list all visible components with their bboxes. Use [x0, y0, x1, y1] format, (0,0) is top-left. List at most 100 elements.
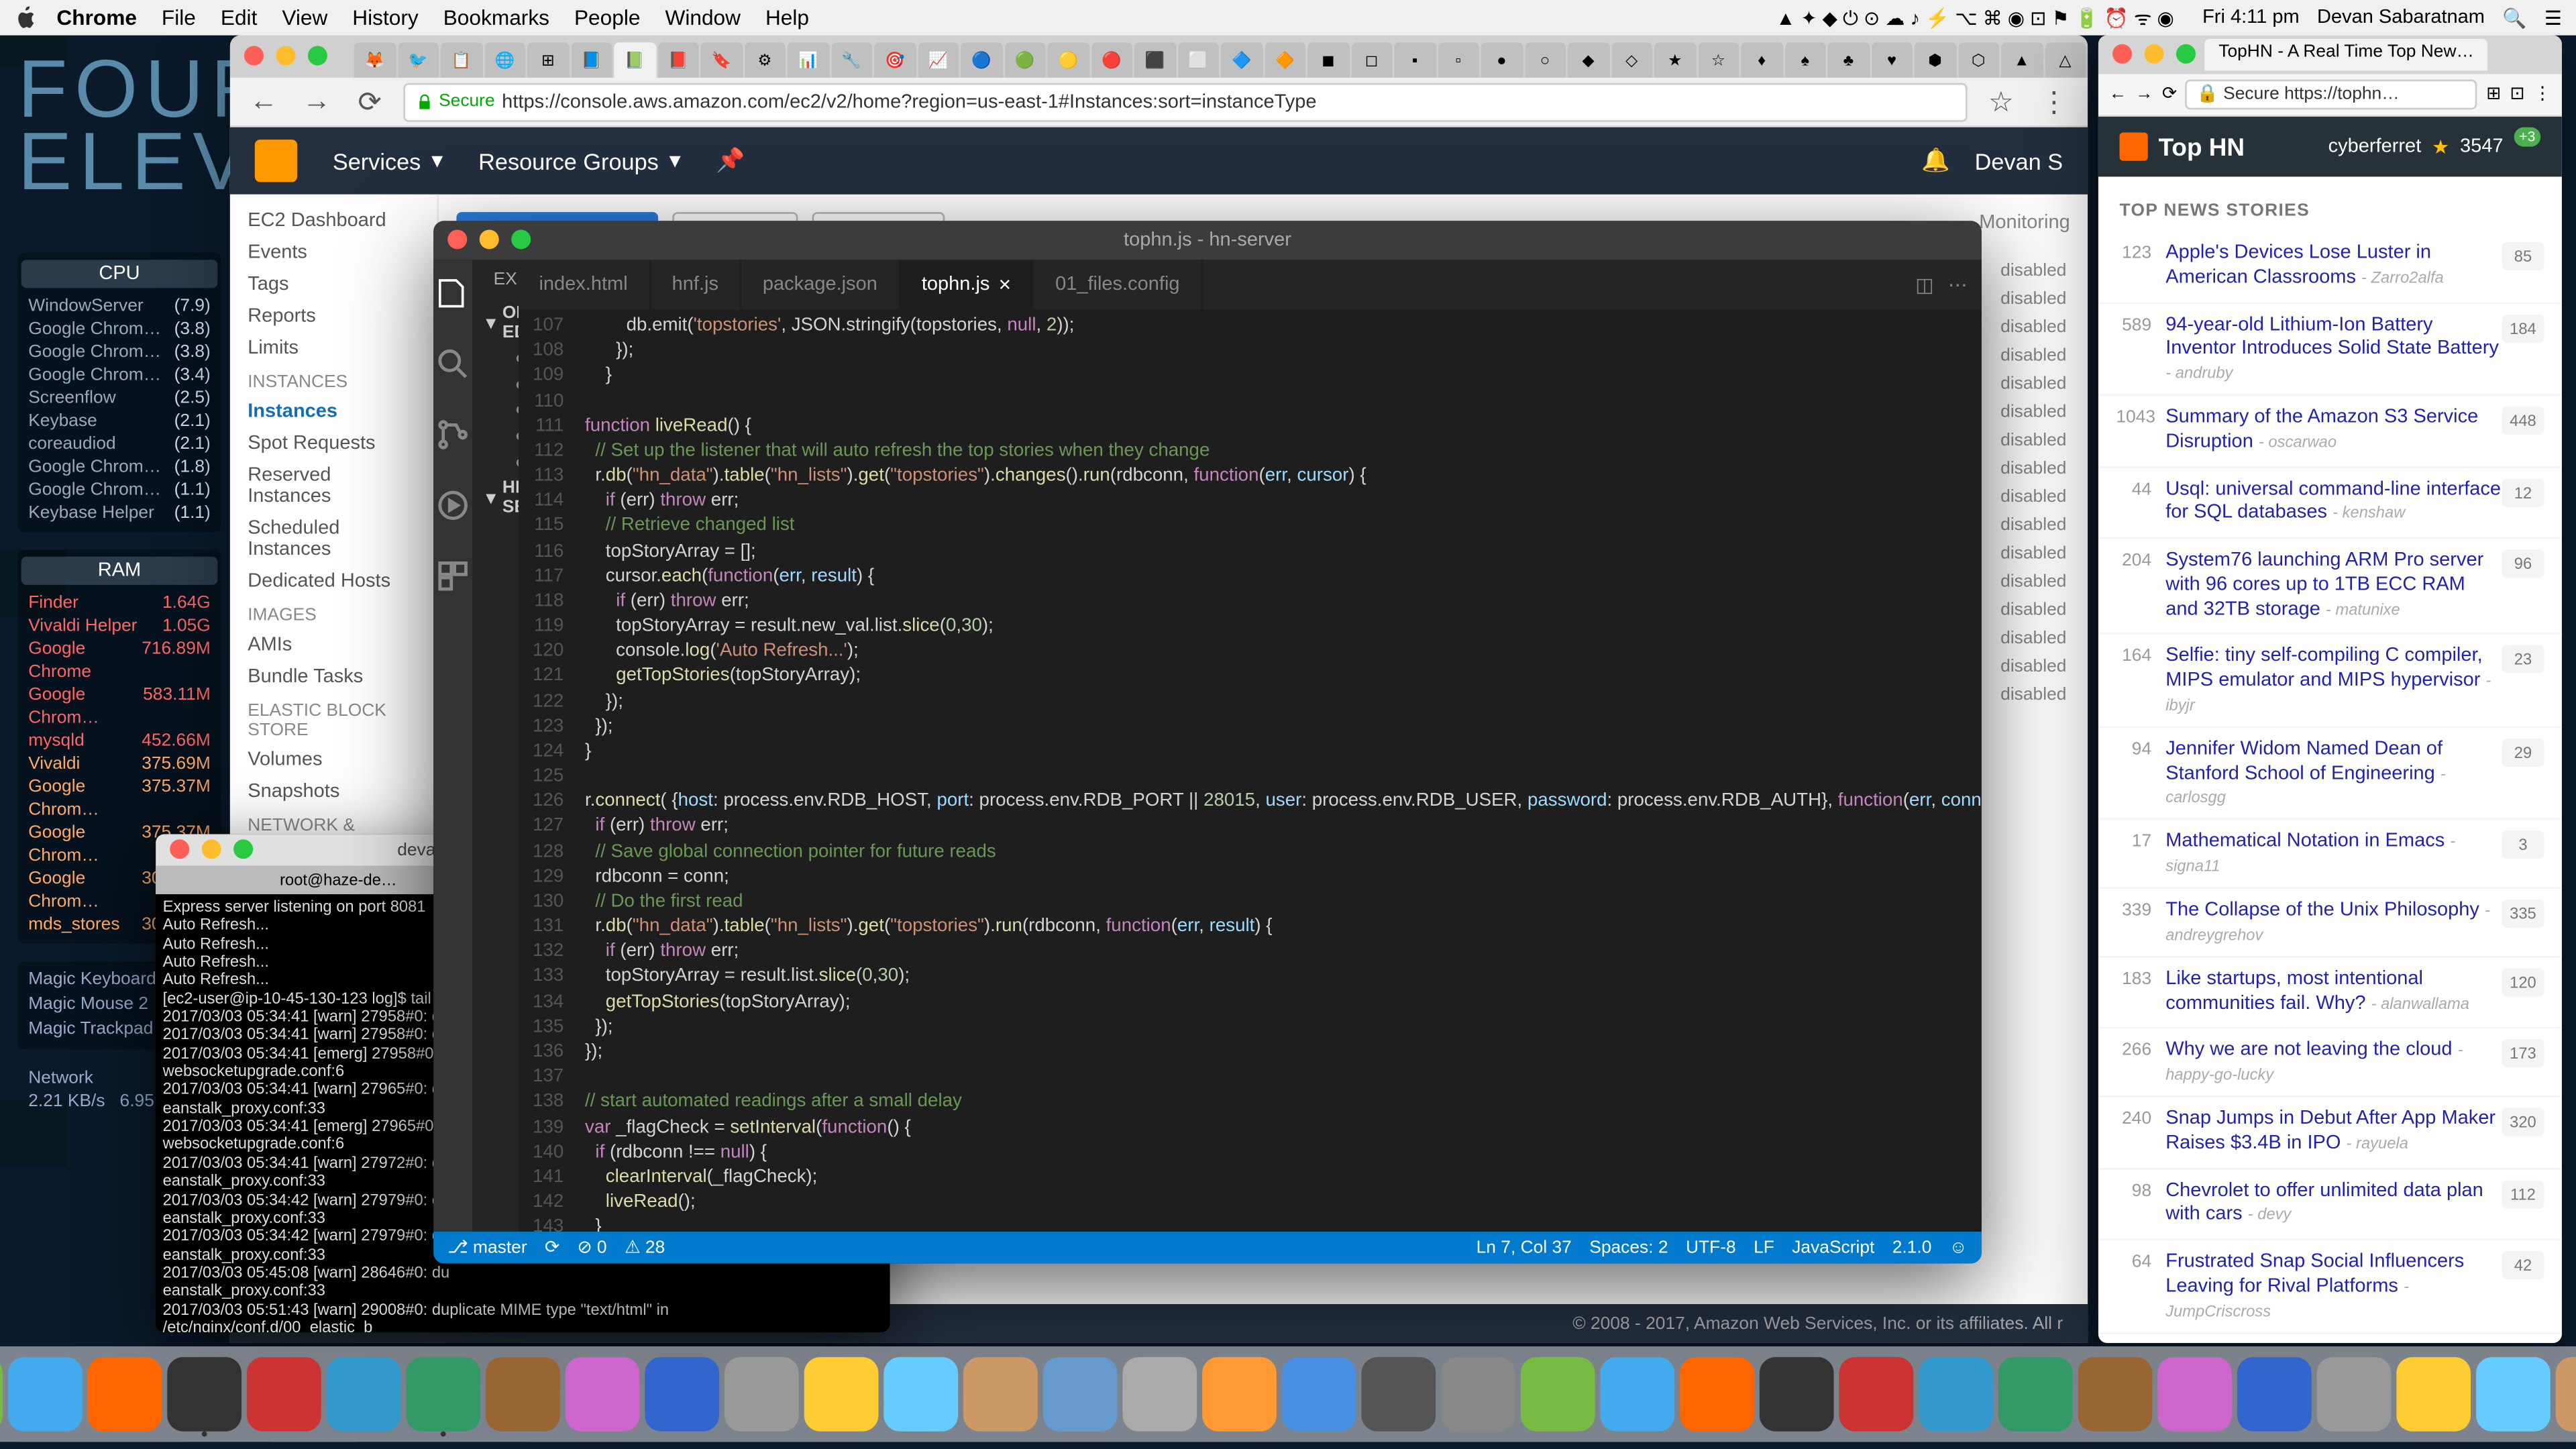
aws-sidebar-item[interactable]: Scheduled Instances [230, 513, 437, 566]
split-editor-icon[interactable]: ◫ [1915, 273, 1933, 296]
aws-services-menu[interactable]: Services ▾ [333, 147, 443, 175]
chrome-tab[interactable]: 🌐 [484, 42, 525, 78]
eol[interactable]: LF [1754, 1238, 1774, 1257]
dock-app-icon[interactable] [327, 1357, 401, 1432]
hn-story-item[interactable]: 204System76 launching ARM Pro server wit… [2098, 539, 2562, 635]
star-icon[interactable]: ☆ [1982, 82, 2021, 121]
hn-story-item[interactable]: 240Snap Jumps in Debut After App Maker R… [2098, 1097, 2562, 1169]
aws-sidebar-item[interactable]: Instances [230, 396, 437, 427]
file-tree-item[interactable]: ▸ parsejson [472, 651, 518, 677]
story-title[interactable]: System76 launching ARM Pro server with 9… [2165, 549, 2483, 619]
chrome-tab[interactable]: 📘 [571, 42, 612, 78]
hn-story-item[interactable]: 183Like startups, most intentional commu… [2098, 957, 2562, 1029]
dock-app-icon[interactable] [2556, 1357, 2576, 1432]
hn-logo-icon[interactable] [2120, 133, 2148, 161]
hn-story-item[interactable]: 94Jennifer Widom Named Dean of Stanford … [2098, 728, 2562, 820]
cursor-position[interactable]: Ln 7, Col 37 [1477, 1238, 1572, 1257]
notification-center-icon[interactable]: ☰ [2544, 6, 2562, 29]
chrome-tab[interactable]: ● [1481, 42, 1522, 78]
file-tree-item[interactable]: ▸ rethinkdb [472, 858, 518, 884]
file-tree-item[interactable]: ▸ statuses [472, 1065, 518, 1091]
file-tree-item[interactable]: ▸ range-parser [472, 832, 518, 858]
menubar-status-icons[interactable]: ▲ ✦ ◆ ⏻ ⊙ ☁ ♪ ⚡ ⌥ ⌘ ◉ ⊡ ⚑ 🔋 ⏰ ᯤ ◉ [1776, 5, 2174, 32]
chrome-tab[interactable]: 🔧 [830, 42, 872, 78]
encoding[interactable]: UTF-8 [1686, 1238, 1736, 1257]
minimize-icon[interactable] [480, 229, 499, 249]
dock-app-icon[interactable] [1361, 1357, 1436, 1432]
warnings-count[interactable]: ⚠ 28 [625, 1238, 665, 1257]
story-comments[interactable]: 335 [2502, 900, 2544, 928]
story-comments[interactable]: 448 [2502, 407, 2544, 435]
aws-user-menu[interactable]: Devan S [1975, 148, 2063, 174]
dock-app-icon[interactable] [883, 1357, 958, 1432]
menu-edit[interactable]: Edit [221, 5, 258, 30]
project-head[interactable]: ▾HN-SERVER [472, 476, 518, 521]
file-tree-item[interactable]: ▸ options [472, 625, 518, 651]
chrome-tab[interactable]: ◻ [1351, 42, 1393, 78]
file-tree-item[interactable]: ▸ on-finished [472, 599, 518, 625]
menu-icon[interactable]: ⋮ [2035, 82, 2074, 121]
file-tree-item[interactable]: ▸ unpipe [472, 1169, 518, 1195]
menu-help[interactable]: Help [765, 5, 809, 30]
file-tree-item[interactable]: ▸ proxy-addr [472, 780, 518, 806]
tophn-url[interactable]: 🔒 Secure https://tophn… [2186, 80, 2477, 110]
language[interactable]: JavaScript [1792, 1238, 1874, 1257]
file-tree-item[interactable]: ▸ qs [472, 806, 518, 833]
chrome-tabstrip[interactable]: 🦊🐦📋🌐⊞📘📗📕🔖⚙📊🔧🎯📈🔵🟢🟡🔴⬛⬜🔷🔶◼◻▪▫●○◆◇★☆♦♠♣♥⬢⬡▲△ [230, 36, 2088, 78]
hn-story-item[interactable]: 164Selfie: tiny self-compiling C compile… [2098, 635, 2562, 727]
dock-app-icon[interactable] [1600, 1357, 1674, 1432]
editor-tab[interactable]: package.json [741, 260, 900, 309]
errors-count[interactable]: ⊘ 0 [577, 1238, 606, 1257]
chrome-tab[interactable]: ◇ [1611, 42, 1652, 78]
file-tree-item[interactable]: ▸ socket.io-adapter [472, 987, 518, 1014]
aws-sidebar-item[interactable]: Dedicated Hosts [230, 566, 437, 597]
menu-file[interactable]: File [162, 5, 196, 30]
git-branch[interactable]: ⎇ master [447, 1238, 527, 1257]
dock-app-icon[interactable] [1043, 1357, 1118, 1432]
chrome-tab[interactable]: ⬛ [1134, 42, 1176, 78]
dock-app-icon[interactable] [88, 1357, 162, 1432]
aws-sidebar-item[interactable]: Spot Requests [230, 427, 437, 459]
reload-button[interactable]: ⟳ [350, 82, 389, 121]
file-tree-item[interactable]: ▸ socket.io [472, 961, 518, 987]
back-button[interactable]: ← [2109, 85, 2127, 104]
story-comments[interactable]: 12 [2502, 478, 2544, 506]
dock-app-icon[interactable] [1760, 1357, 1834, 1432]
chrome-tab[interactable]: ⊞ [527, 42, 569, 78]
terminal-traffic-lights[interactable] [170, 839, 253, 859]
extensions-icon[interactable] [433, 557, 472, 596]
aws-sidebar-item[interactable]: Tags [230, 268, 437, 300]
dock-app-icon[interactable] [1122, 1357, 1197, 1432]
git-icon[interactable] [433, 415, 472, 454]
open-editor-item[interactable]: ● hnf.js public [472, 372, 518, 398]
menubar-app-name[interactable]: Chrome [56, 5, 137, 30]
aws-sidebar-item[interactable]: Reserved Instances [230, 460, 437, 513]
file-tree-item[interactable]: ▸ parseuri [472, 703, 518, 729]
chrome-traffic-lights[interactable] [244, 46, 327, 65]
dock-app-icon[interactable] [1998, 1357, 2073, 1432]
chrome-tab[interactable]: ○ [1524, 42, 1566, 78]
editor-tab[interactable]: 01_files.config [1034, 260, 1202, 309]
aws-sidebar-item[interactable]: Reports [230, 301, 437, 332]
dock-app-icon[interactable] [645, 1357, 719, 1432]
aws-sidebar-item[interactable]: EC2 Dashboard [230, 205, 437, 237]
tophn-story-list[interactable]: 123Apple's Devices Lose Luster in Americ… [2098, 231, 2562, 1343]
menu-icon[interactable]: ⋮ [2534, 85, 2551, 104]
chrome-tab[interactable]: ♦ [1741, 42, 1782, 78]
dock-app-icon[interactable] [724, 1357, 799, 1432]
code-area[interactable]: 1071081091101111121131141151161171181191… [518, 309, 1982, 1232]
story-comments[interactable]: 112 [2502, 1179, 2544, 1208]
editor-tab[interactable]: hnf.js [651, 260, 741, 309]
dock-app-icon[interactable] [1839, 1357, 1914, 1432]
dock-app-icon[interactable] [1919, 1357, 1993, 1432]
dock-app-icon[interactable] [2317, 1357, 2392, 1432]
chrome-tab[interactable]: 🔵 [961, 42, 1002, 78]
aws-sidebar-item[interactable]: Events [230, 237, 437, 268]
chrome-tab[interactable]: 📈 [917, 42, 959, 78]
apple-logo-icon[interactable] [14, 5, 39, 30]
story-title[interactable]: Chevrolet to offer unlimited data plan w… [2165, 1179, 2483, 1225]
chrome-tab[interactable]: 🎯 [874, 42, 916, 78]
chrome-tab[interactable]: ★ [1654, 42, 1696, 78]
dock-app-icon[interactable] [963, 1357, 1038, 1432]
file-tree-item[interactable]: ▸ vary [472, 1220, 518, 1232]
